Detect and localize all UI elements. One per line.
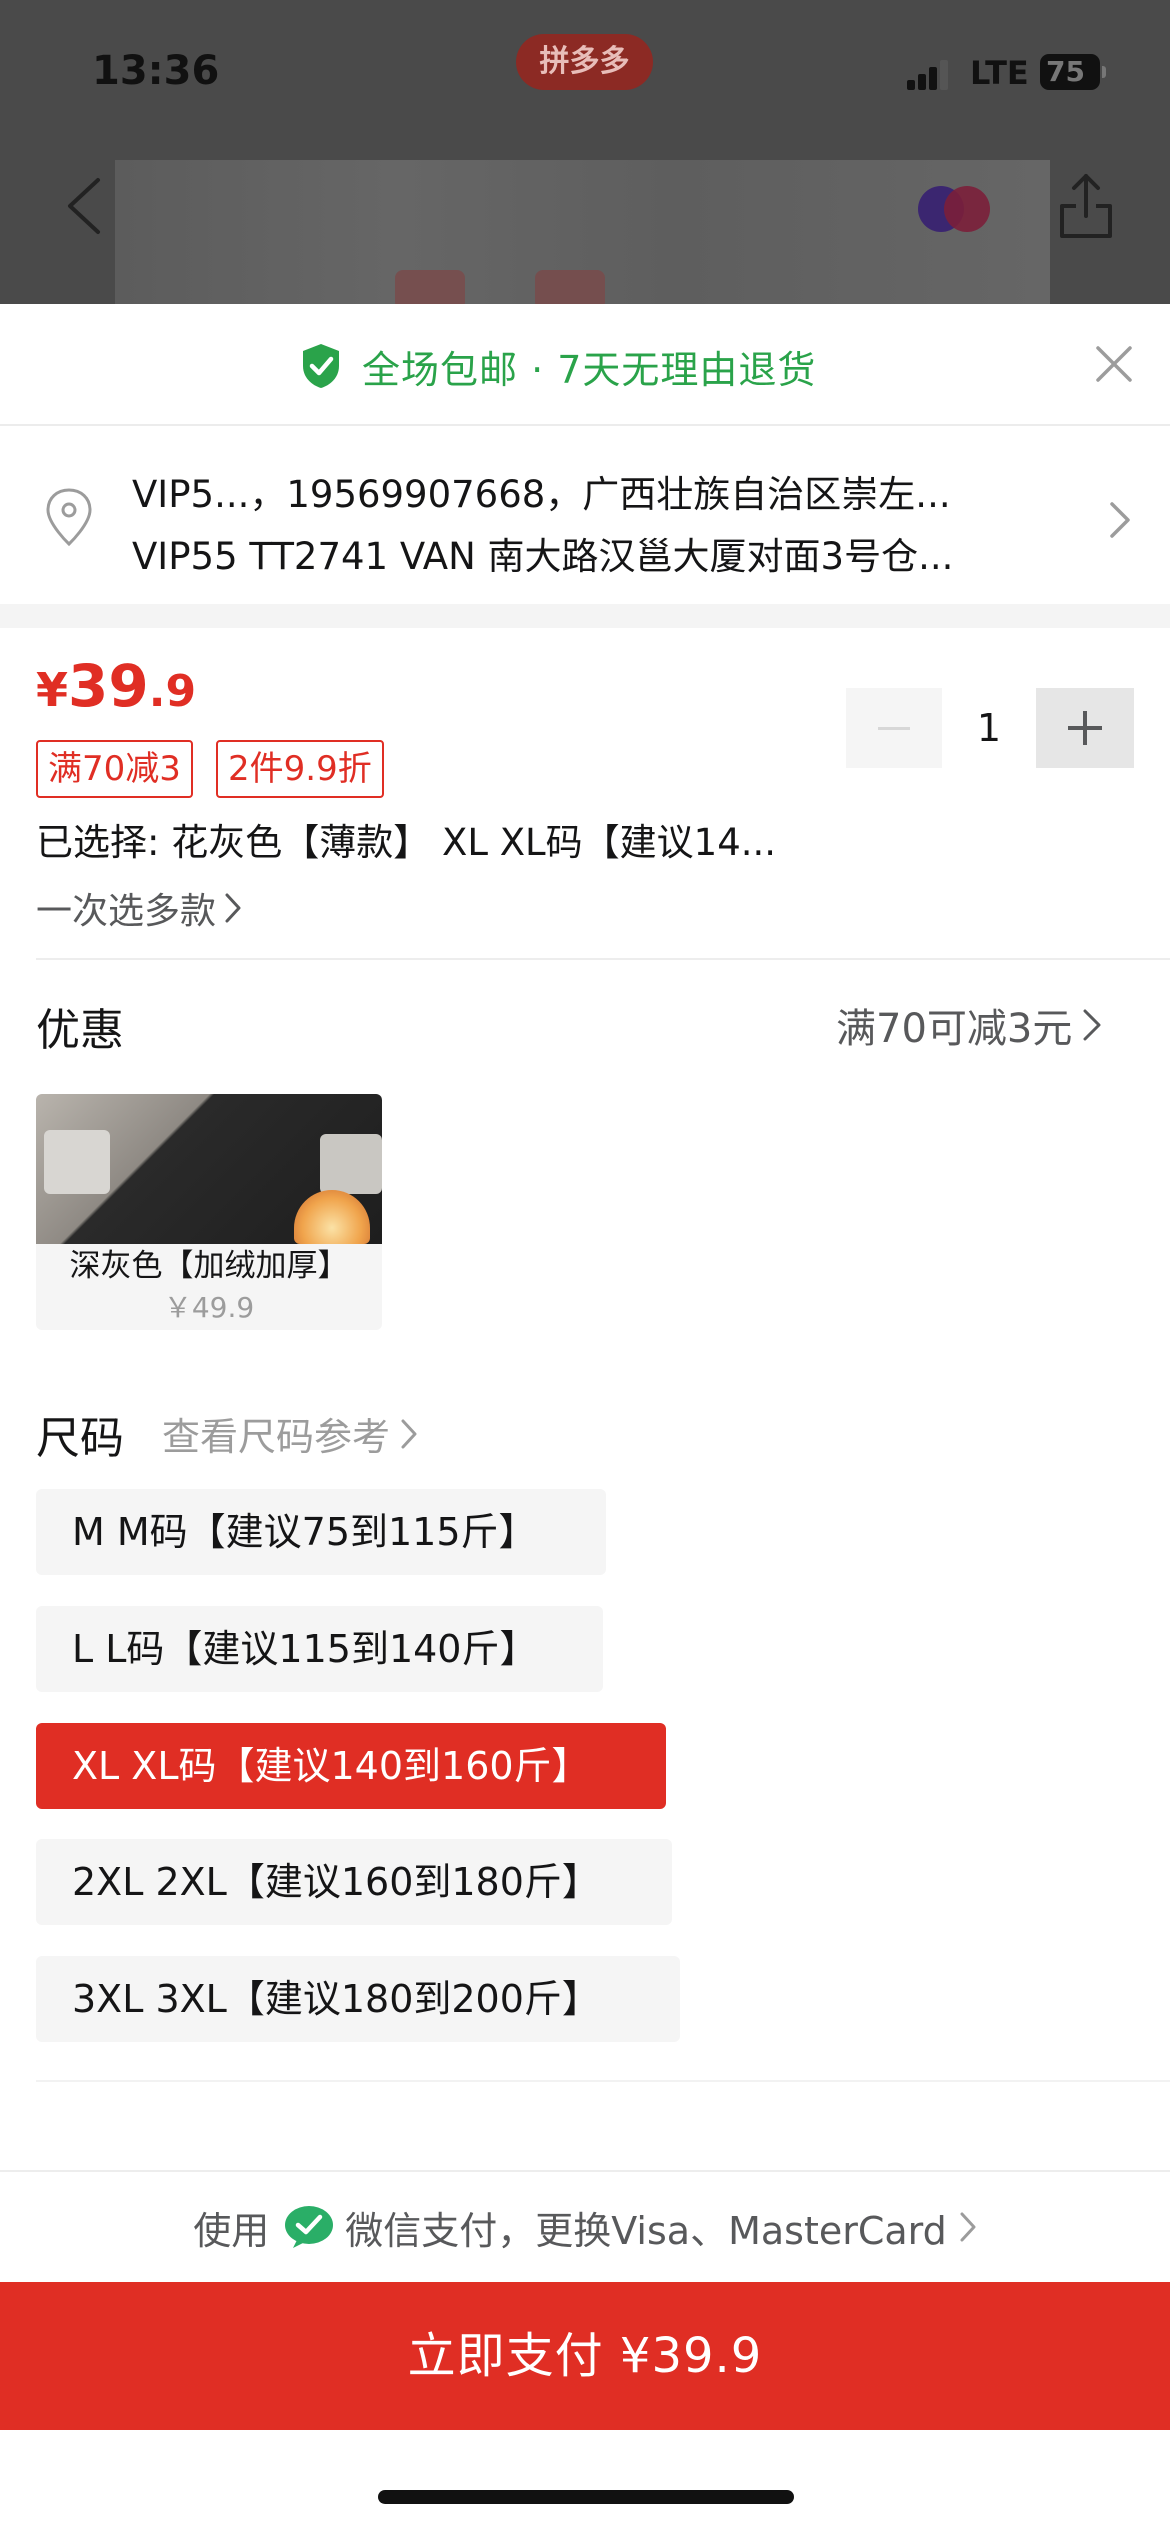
size-reference-label: 查看尺码参考 <box>162 1415 391 1459</box>
discount-link[interactable]: 满70可减3元 <box>836 996 1102 1054</box>
selected-variant-text: 已选择: 花灰色【薄款】 XL XL码【建议14... <box>36 821 777 864</box>
variant-price: ￥49.9 <box>163 1291 255 1324</box>
payment-method-selector[interactable]: 使用 微信支付，更换Visa、MasterCard <box>0 2170 1170 2282</box>
size-option-xl[interactable]: XL XL码【建议140到160斤】 <box>36 1723 666 1809</box>
image-detail <box>535 270 605 304</box>
price-integer: 39 <box>68 652 149 720</box>
quantity-decrease-button[interactable] <box>846 688 942 768</box>
chevron-right-icon <box>225 893 241 923</box>
variant-thumbnail <box>36 1094 382 1244</box>
share-icon[interactable] <box>1058 170 1114 240</box>
size-reference-link[interactable]: 查看尺码参考 <box>162 1406 418 1461</box>
payment-method-text: 微信支付，更换Visa、MasterCard <box>345 2208 947 2253</box>
discount-value: 满70可减3元 <box>836 1006 1073 1052</box>
status-time: 13:36 <box>92 48 220 94</box>
pay-now-button[interactable]: 立即支付 ¥39.9 <box>0 2282 1170 2430</box>
section-gap <box>0 604 1170 628</box>
multi-select-label: 一次选多款 <box>36 891 217 932</box>
variant-label: 深灰色【加绒加厚】 <box>69 1248 349 1284</box>
price: ¥39.9 <box>36 652 196 720</box>
home-indicator[interactable] <box>378 2490 794 2504</box>
multi-select-link[interactable]: 一次选多款 <box>36 882 242 934</box>
battery-icon: 75 <box>1040 54 1106 90</box>
size-option-m[interactable]: M M码【建议75到115斤】 <box>36 1489 606 1575</box>
back-icon[interactable] <box>60 176 110 236</box>
wechat-pay-icon <box>285 2206 334 2248</box>
price-decimal: .9 <box>148 666 197 717</box>
shield-check-icon <box>303 344 339 388</box>
avatar-icon[interactable] <box>918 186 990 232</box>
chevron-right-icon <box>1083 1009 1101 1041</box>
size-title: 尺码 <box>36 1413 124 1464</box>
chevron-right-icon <box>1110 502 1130 538</box>
dimmed-background[interactable]: 13:36 拼多多 LTE 75 <box>0 0 1170 304</box>
divider <box>36 2080 1170 2082</box>
coupon-tag: 2件9.9折 <box>216 740 384 798</box>
signal-icon <box>907 58 948 90</box>
address-line-2: VIP55 TT2741 VAN 南大路汉邕大厦对面3号仓... <box>132 535 954 578</box>
quantity-value[interactable]: 1 <box>942 688 1036 768</box>
variant-card[interactable]: 深灰色【加绒加厚】 ￥49.9 <box>36 1094 382 1330</box>
address-line-1: VIP5...，19569907668，广西壮族自治区崇左... <box>132 473 951 516</box>
promo-bar: 全场包邮 · 7天无理由退货 <box>0 304 1170 426</box>
hot-badge-icon <box>294 1190 370 1244</box>
product-image-partial <box>115 160 1050 304</box>
chevron-right-icon <box>960 2212 976 2242</box>
price-currency: ¥ <box>36 663 69 717</box>
battery-level: 75 <box>1046 55 1085 88</box>
discount-title: 优惠 <box>36 1005 124 1056</box>
size-option-3xl[interactable]: 3XL 3XL【建议180到200斤】 <box>36 1956 680 2042</box>
purchase-sheet: 全场包邮 · 7天无理由退货 VIP5...，19569907668，广西壮族自… <box>0 304 1170 2532</box>
location-pin-icon <box>46 488 92 547</box>
coupon-tag: 满70减3 <box>36 740 193 798</box>
quantity-increase-button[interactable] <box>1036 688 1134 768</box>
size-option-2xl[interactable]: 2XL 2XL【建议160到180斤】 <box>36 1839 672 1925</box>
close-icon[interactable] <box>1092 342 1136 386</box>
image-detail <box>320 1134 382 1194</box>
brand-badge: 拼多多 <box>516 34 653 90</box>
image-detail <box>44 1130 110 1194</box>
size-option-l[interactable]: L L码【建议115到140斤】 <box>36 1606 603 1692</box>
promo-text: 全场包邮 · 7天无理由退货 <box>362 347 817 392</box>
image-detail <box>395 270 465 304</box>
payment-prefix: 使用 <box>193 2208 270 2253</box>
carrier-label: LTE <box>970 54 1029 92</box>
shipping-address[interactable]: VIP5...，19569907668，广西壮族自治区崇左... VIP55 T… <box>0 428 1170 606</box>
chevron-right-icon <box>401 1419 417 1448</box>
divider <box>36 958 1170 960</box>
